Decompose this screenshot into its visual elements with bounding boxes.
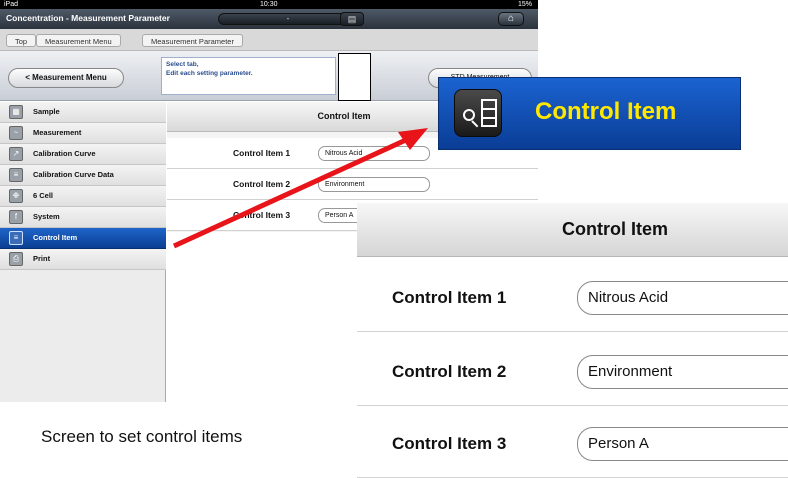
sidebar-item-label: Sample: [33, 107, 60, 116]
breadcrumb-measurement-parameter[interactable]: Measurement Parameter: [142, 34, 243, 47]
instruction-message: Select tab, Edit each setting parameter.: [161, 57, 336, 95]
control-item-icon: ≡: [9, 231, 23, 245]
sidebar-item-print[interactable]: ⎙ Print: [0, 249, 166, 270]
sidebar-item-label: Measurement: [33, 128, 82, 137]
status-bar: iPad 10:30 15%: [0, 0, 538, 9]
sidebar-item-label: Print: [33, 254, 51, 263]
sidebar-item-calibration-curve[interactable]: ↗ Calibration Curve: [0, 144, 166, 165]
cell-icon: ❉: [9, 189, 23, 203]
save-icon: ▤: [347, 14, 357, 24]
instruction-line-1: Select tab,: [166, 61, 199, 68]
zoom-row: Control Item 2 Environment: [357, 338, 788, 406]
home-button[interactable]: ⌂: [498, 12, 524, 26]
zoom-row: Control Item 1 Nitrous Acid: [357, 264, 788, 332]
sidebar-item-label: 6 Cell: [33, 191, 54, 200]
blank-box: [338, 53, 371, 101]
control-item-icon: [454, 89, 502, 137]
control-item-label: Control Item 3: [233, 210, 291, 220]
title-segment[interactable]: -: [218, 13, 358, 25]
system-icon: f: [9, 210, 23, 224]
sidebar-item-label: Control Item: [33, 233, 78, 242]
device-label: iPad: [4, 1, 19, 8]
measurement-icon: ~: [9, 126, 23, 140]
sidebar-item-label: Calibration Curve Data: [33, 170, 114, 179]
zoom-row: Control Item 3 Person A: [357, 410, 788, 478]
sample-icon: ▦: [9, 105, 23, 119]
sidebar-item-calibration-curve-data[interactable]: ≡ Calibration Curve Data: [0, 165, 166, 186]
clock: 10:30: [260, 1, 278, 8]
window-title: Concentration - Measurement Parameter: [6, 13, 170, 23]
control-item-row: Control Item 2 Environment: [167, 169, 538, 200]
zoom-panel-header: Control Item: [357, 203, 788, 257]
battery-level: 15%: [517, 1, 532, 8]
zoom-row-label: Control Item 2: [392, 362, 507, 381]
control-item-label: Control Item 2: [233, 179, 291, 189]
breadcrumb-top[interactable]: Top: [6, 34, 37, 47]
calibration-curve-icon: ↗: [9, 147, 23, 161]
zoom-control-item-tab: Control Item: [438, 77, 741, 150]
breadcrumb-measurement-menu[interactable]: Measurement Menu: [36, 34, 121, 47]
battery-indicator: 15%: [518, 0, 532, 9]
sidebar-item-6-cell[interactable]: ❉ 6 Cell: [0, 186, 166, 207]
control-item-2-input[interactable]: Environment: [318, 177, 430, 192]
zoom-panel-title: Control Item: [562, 219, 668, 239]
sidebar: ▦ Sample ~ Measurement ↗ Calibration Cur…: [0, 102, 166, 402]
zoom-control-item-2-value[interactable]: Environment: [577, 355, 788, 389]
zoom-row-label: Control Item 1: [392, 288, 507, 307]
control-item-label: Control Item 1: [233, 148, 291, 158]
zoom-row-label: Control Item 3: [392, 434, 507, 453]
back-button[interactable]: < Measurement Menu: [8, 68, 124, 88]
zoom-control-item-1-value[interactable]: Nitrous Acid: [577, 281, 788, 315]
zoom-tab-label: Control Item: [535, 98, 677, 125]
sidebar-item-system[interactable]: f System: [0, 207, 166, 228]
zoom-control-item-panel: Control Item Control Item 1 Nitrous Acid…: [357, 203, 788, 478]
home-icon: ⌂: [507, 13, 515, 24]
breadcrumb: Top Measurement Menu Measurement Paramet…: [0, 29, 538, 51]
sidebar-item-sample[interactable]: ▦ Sample: [0, 102, 166, 123]
sidebar-item-control-item[interactable]: ≡ Control Item: [0, 228, 166, 249]
caption: Screen to set control items: [41, 427, 243, 446]
print-icon: ⎙: [9, 252, 23, 266]
control-item-1-input[interactable]: Nitrous Acid: [318, 146, 430, 161]
sidebar-item-label: System: [33, 212, 60, 221]
zoom-control-item-3-value[interactable]: Person A: [577, 427, 788, 461]
calibration-data-icon: ≡: [9, 168, 23, 182]
instruction-line-2: Edit each setting parameter.: [166, 70, 253, 77]
sidebar-item-measurement[interactable]: ~ Measurement: [0, 123, 166, 144]
save-button[interactable]: ▤: [340, 12, 364, 26]
title-bar: Concentration - Measurement Parameter - …: [0, 9, 538, 29]
sidebar-item-label: Calibration Curve: [33, 149, 96, 158]
